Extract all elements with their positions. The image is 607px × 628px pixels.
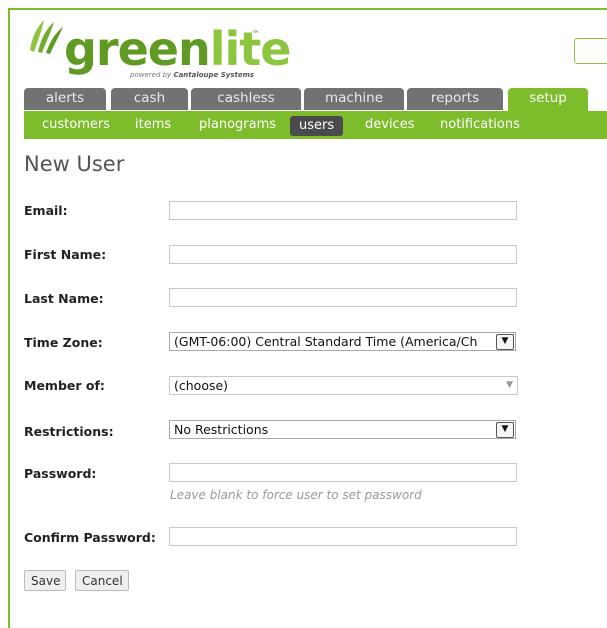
tab-cash[interactable]: cash [111, 88, 188, 110]
confirm-password-label: Confirm Password: [24, 530, 156, 545]
subnav-notifications[interactable]: notifications [440, 117, 520, 135]
subnav-devices[interactable]: devices [365, 117, 414, 135]
password-hint: Leave blank to force user to set passwor… [170, 488, 422, 502]
tab-reports[interactable]: reports [407, 88, 503, 110]
setup-subnav: customers items planograms users devices… [24, 111, 607, 139]
subnav-customers[interactable]: customers [42, 117, 110, 135]
restrictions-select[interactable]: No Restrictions ▼ [169, 420, 516, 439]
restrictions-label: Restrictions: [24, 424, 114, 439]
restrictions-value: No Restrictions [174, 422, 269, 437]
tab-machine[interactable]: machine [304, 88, 404, 110]
password-label: Password: [24, 466, 97, 481]
member-of-label: Member of: [24, 378, 105, 393]
subnav-items[interactable]: items [135, 117, 171, 135]
leaf-icon [30, 20, 63, 54]
chevron-down-icon[interactable]: ▼ [496, 334, 514, 350]
first-name-field[interactable] [169, 245, 517, 264]
member-of-select[interactable]: (choose) ▼ [169, 376, 518, 395]
page-title: New User [24, 152, 125, 176]
powered-by: powered by Cantaloupe Systems [130, 71, 255, 79]
save-button[interactable]: Save [24, 570, 66, 591]
chevron-down-icon[interactable]: ▼ [496, 422, 514, 438]
member-of-value: (choose) [174, 378, 229, 393]
time-zone-label: Time Zone: [24, 335, 103, 350]
email-field[interactable] [169, 201, 517, 220]
tab-cashless[interactable]: cashless [191, 88, 301, 110]
subnav-users[interactable]: users [290, 116, 344, 136]
tab-setup[interactable]: setup [508, 88, 588, 112]
time-zone-select[interactable]: (GMT-06:00) Central Standard Time (Ameri… [169, 332, 516, 351]
first-name-label: First Name: [24, 247, 107, 262]
trademark-symbol: ™ [251, 30, 260, 40]
confirm-password-field[interactable] [169, 527, 517, 546]
tab-alerts[interactable]: alerts [24, 88, 106, 110]
email-label: Email: [24, 203, 68, 218]
last-name-label: Last Name: [24, 291, 104, 306]
dropdown-arrow-icon: ▼ [506, 380, 513, 390]
last-name-field[interactable] [169, 288, 517, 307]
greenlite-logo[interactable]: greenlite ™ powered by Cantaloupe System… [28, 16, 291, 82]
header-button[interactable] [574, 38, 607, 64]
subnav-planograms[interactable]: planograms [199, 117, 276, 135]
password-field[interactable] [169, 463, 517, 482]
time-zone-value: (GMT-06:00) Central Standard Time (Ameri… [174, 334, 478, 349]
cancel-button[interactable]: Cancel [75, 570, 129, 591]
